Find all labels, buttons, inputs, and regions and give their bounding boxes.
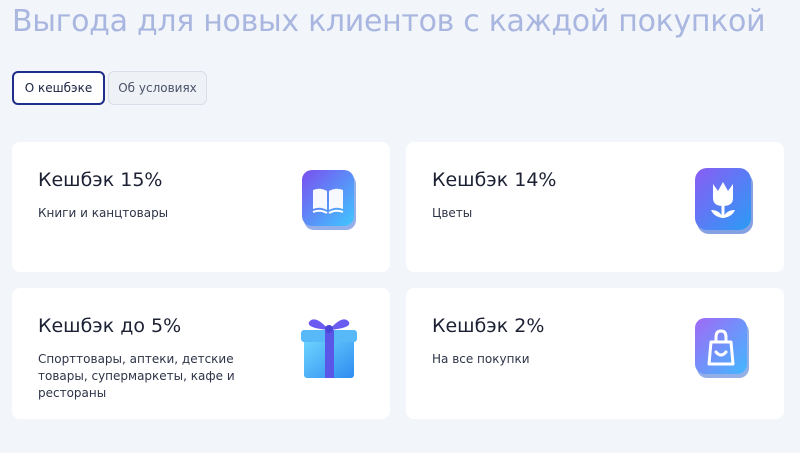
tab-conditions[interactable]: Об условиях — [108, 71, 207, 105]
card-description: Цветы — [432, 206, 473, 220]
card-description: Книги и канцтовары — [38, 206, 169, 220]
card-title: Кешбэк 15% — [38, 169, 163, 191]
shopping-bag-icon — [692, 316, 752, 384]
card-title: Кешбэк 14% — [432, 169, 557, 191]
card-description: На все покупки — [432, 352, 530, 366]
tab-bar: О кешбэке Об условиях — [12, 71, 207, 105]
gift-box-icon — [298, 314, 360, 384]
cashback-card-flowers: Кешбэк 14% Цветы — [406, 142, 784, 272]
tab-about-cashback[interactable]: О кешбэке — [12, 71, 105, 105]
tulip-icon — [693, 166, 757, 240]
book-icon — [300, 168, 358, 236]
cashback-card-sports: Кешбэк до 5% Спорттовары, аптеки, детски… — [12, 288, 390, 419]
card-description: Спорттовары, аптеки, детские товары, суп… — [38, 352, 235, 400]
cashback-card-books: Кешбэк 15% Книги и канцтовары — [12, 142, 390, 272]
page-headline: Выгода для новых клиентов с каждой покуп… — [12, 4, 766, 39]
card-title: Кешбэк до 5% — [38, 315, 182, 337]
card-title: Кешбэк 2% — [432, 315, 545, 337]
cashback-card-all-purchases: Кешбэк 2% На все покупки — [406, 288, 784, 419]
